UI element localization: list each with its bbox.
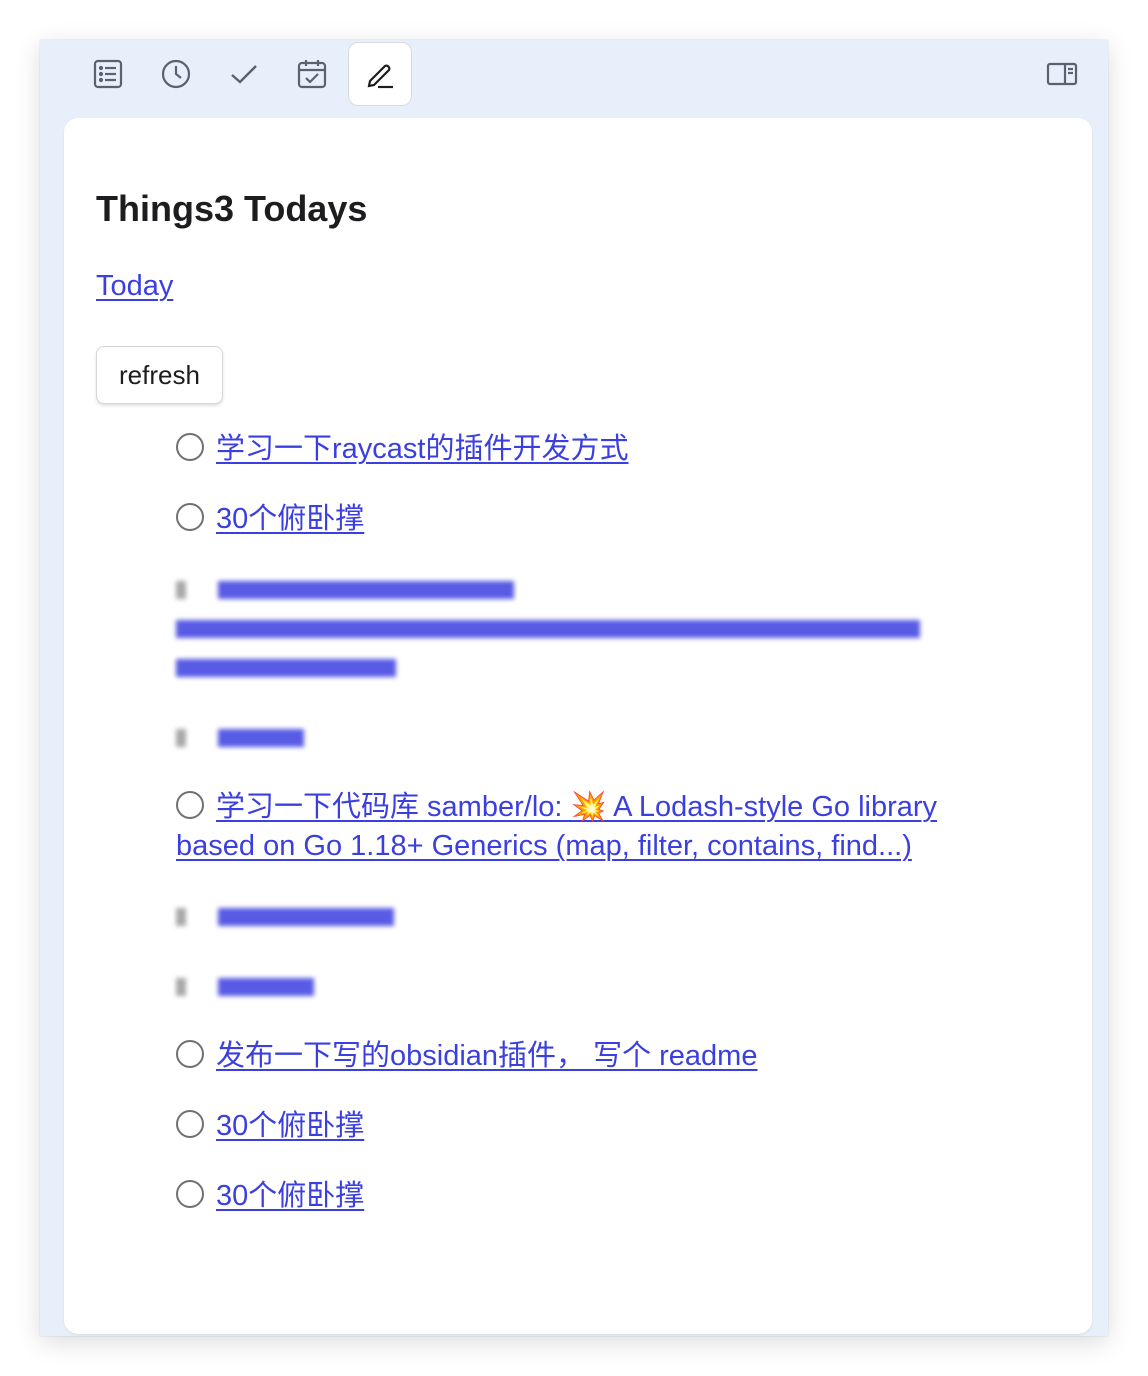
task-link[interactable]: 30个俯卧撑 [216,1110,364,1142]
task-item: 发布一下写的obsidian插件， 写个 readme [176,1037,996,1076]
clock-icon [161,59,191,89]
list-icon [93,59,123,89]
sidebar-toggle-icon [1046,62,1078,86]
list-view-button[interactable] [76,42,140,106]
task-item: 30个俯卧撑 [176,1177,996,1216]
checkmark-icon [231,65,257,84]
task-link[interactable]: 发布一下写的obsidian插件， 写个 readme [216,1040,757,1072]
task-item: 学习一下代码库 samber/lo: 💥 A Lodash-style Go l… [176,788,996,866]
task-checkbox[interactable] [176,1110,204,1138]
toolbar [40,40,1108,116]
app-window: Things3 Todays Today refresh 学习一下raycast… [40,40,1108,1336]
task-link[interactable]: 学习一下代码库 samber/lo: 💥 A Lodash-style Go l… [176,791,937,862]
sidebar-toggle-button[interactable] [1030,42,1094,106]
task-item: 30个俯卧撑 [176,500,996,539]
refresh-button[interactable]: refresh [96,346,223,404]
task-checkbox[interactable] [176,1040,204,1068]
task-link[interactable]: 30个俯卧撑 [216,1180,364,1212]
note-content: Things3 Todays Today refresh 学习一下raycast… [64,118,1092,1334]
task-link[interactable]: 学习一下raycast的插件开发方式 [216,433,628,465]
edit-button[interactable] [348,42,412,106]
task-item: 30个俯卧撑 [176,1107,996,1146]
page-title: Things3 Todays [96,188,368,229]
task-list: 学习一下raycast的插件开发方式 30个俯卧撑 学习一下代码库 samber… [176,430,996,1247]
task-checkbox[interactable] [176,1180,204,1208]
task-checkbox[interactable] [176,503,204,531]
calendar-check-icon [297,60,327,89]
today-link[interactable]: Today [96,270,173,303]
completed-button[interactable] [212,42,276,106]
task-link[interactable]: 30个俯卧撑 [216,503,364,535]
redacted-task-item [176,967,996,1006]
task-checkbox[interactable] [176,791,204,819]
history-button[interactable] [144,42,208,106]
redacted-task-item [176,570,996,687]
calendar-button[interactable] [280,42,344,106]
task-item: 学习一下raycast的插件开发方式 [176,430,996,469]
pencil-icon [367,64,393,89]
redacted-task-item [176,718,996,757]
redacted-task-item [176,897,996,936]
task-checkbox[interactable] [176,433,204,461]
